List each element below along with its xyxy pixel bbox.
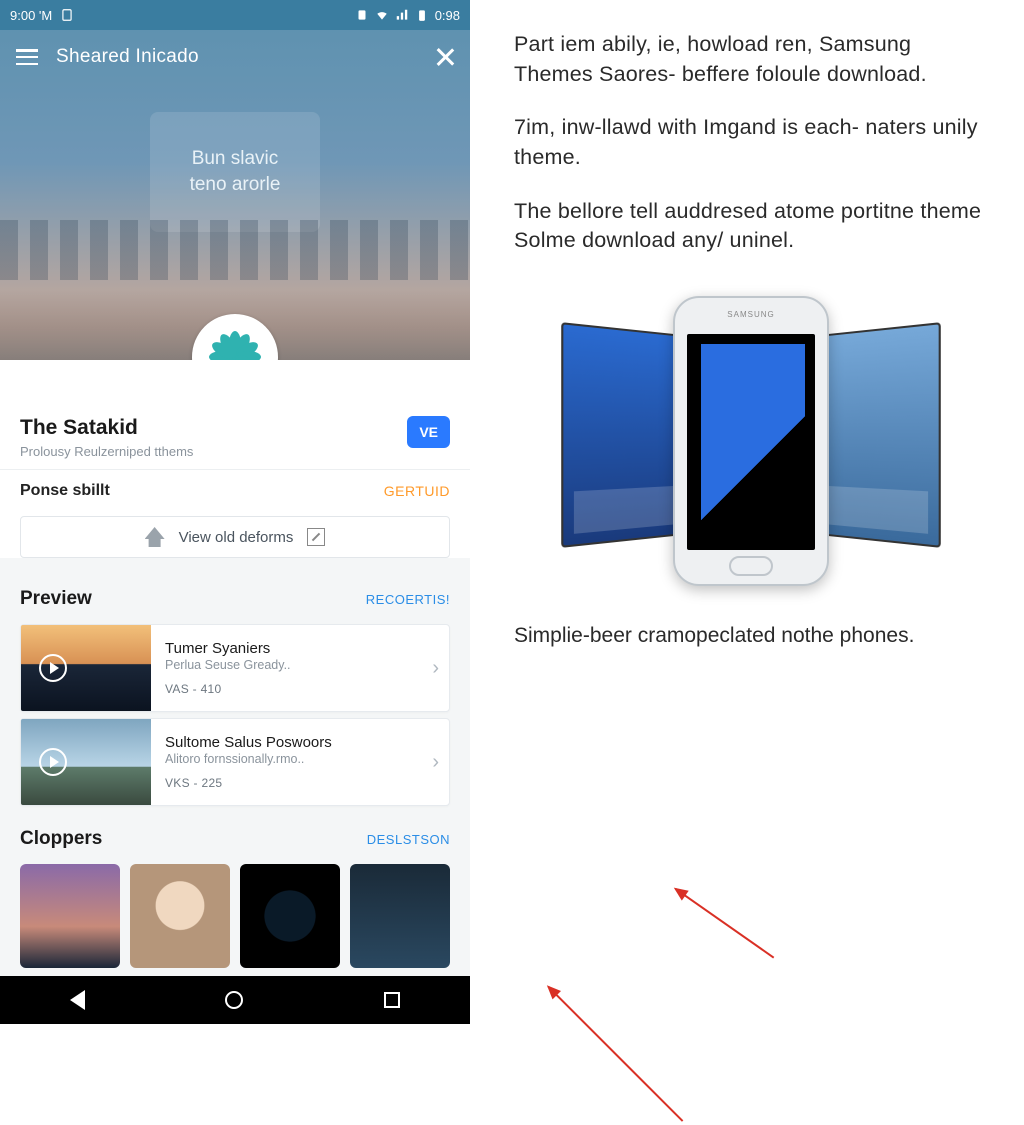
ve-button[interactable]: VE bbox=[407, 416, 450, 448]
card-subtitle: Perlua Seuse Gready.. bbox=[165, 658, 426, 672]
article-paragraph: Part iem abily, ie, howload ren, Samsung… bbox=[514, 30, 988, 89]
phone-brand: SAMSUNG bbox=[727, 310, 774, 319]
article-paragraph: The bellore tell auddresed atome portitn… bbox=[514, 197, 988, 256]
annotation-arrow bbox=[619, 888, 775, 1039]
hero-header: Sheared Inicado Bun slavic teno arorle bbox=[0, 30, 470, 360]
clopper-thumb[interactable] bbox=[20, 864, 120, 968]
cloppers-heading: Cloppers bbox=[20, 828, 102, 850]
main-content: The Satakid Prolousy Reulzerniped tthems… bbox=[0, 360, 470, 976]
cloppers-link[interactable]: DESLSTSON bbox=[367, 832, 450, 847]
preview-thumb bbox=[21, 719, 151, 805]
back-icon[interactable] bbox=[70, 990, 85, 1010]
preview-link[interactable]: RECOERTIS! bbox=[366, 592, 450, 607]
preview-card[interactable]: Tumer Syaniers Perlua Seuse Gready.. VAS… bbox=[20, 624, 450, 712]
flower-icon bbox=[207, 329, 263, 360]
ponse-label: Ponse sbillt bbox=[20, 482, 110, 500]
status-clock: 0:98 bbox=[435, 8, 460, 23]
hero-promo-box: Bun slavic teno arorle bbox=[150, 112, 320, 232]
card-meta: VKS - 225 bbox=[165, 776, 426, 790]
battery-icon bbox=[415, 8, 429, 22]
play-icon bbox=[39, 654, 67, 682]
clopper-thumb[interactable] bbox=[350, 864, 450, 968]
wifi-icon bbox=[375, 8, 389, 22]
status-bar: 9:00 'M 0:98 bbox=[0, 0, 470, 30]
bell-icon bbox=[145, 527, 165, 547]
clopper-thumb[interactable] bbox=[130, 864, 230, 968]
recents-icon[interactable] bbox=[384, 992, 400, 1008]
preview-card[interactable]: Sultome Salus Poswoors Alitoro fornssion… bbox=[20, 718, 450, 806]
chevron-right-icon: › bbox=[432, 751, 439, 774]
annotation-arrow bbox=[548, 986, 684, 1122]
theme-title: The Satakid bbox=[20, 416, 193, 440]
cloppers-row bbox=[0, 858, 470, 968]
phone-mockup: SAMSUNG bbox=[673, 296, 829, 586]
sim-icon bbox=[355, 8, 369, 22]
card-meta: VAS - 410 bbox=[165, 682, 426, 696]
chevron-right-icon: › bbox=[432, 657, 439, 680]
device-illustration: SAMSUNG bbox=[561, 296, 941, 586]
page-title: Sheared Inicado bbox=[38, 46, 436, 68]
preview-thumb bbox=[21, 625, 151, 711]
home-icon[interactable] bbox=[225, 991, 243, 1009]
preview-heading: Preview bbox=[20, 588, 92, 610]
caption-text: Simplie-beer cramopeclated nothe phones. bbox=[514, 622, 988, 650]
card-title: Tumer Syaniers bbox=[165, 640, 426, 657]
status-time: 9:00 'M bbox=[10, 8, 52, 23]
view-old-button[interactable]: View old deforms bbox=[20, 516, 450, 558]
article-paragraph: 7im, inw-llawd with Imgand is each- nate… bbox=[514, 113, 988, 172]
signal-icon bbox=[395, 8, 409, 22]
menu-icon[interactable] bbox=[16, 49, 38, 65]
card-title: Sultome Salus Poswoors bbox=[165, 734, 426, 751]
clopper-thumb[interactable] bbox=[240, 864, 340, 968]
theme-subtitle: Prolousy Reulzerniped tthems bbox=[20, 444, 193, 459]
article-pane: Part iem abily, ie, howload ren, Samsung… bbox=[470, 0, 1024, 1024]
play-icon bbox=[39, 748, 67, 776]
phone-screenshot: 9:00 'M 0:98 Sheared Inicado Bun slavic … bbox=[0, 0, 470, 1024]
android-navbar bbox=[0, 976, 470, 1024]
card-icon bbox=[60, 8, 74, 22]
close-icon[interactable] bbox=[436, 48, 454, 66]
card-subtitle: Alitoro fornssionally.rmo.. bbox=[165, 752, 426, 766]
edit-icon bbox=[307, 528, 325, 546]
gertuid-link[interactable]: GERTUID bbox=[384, 483, 450, 499]
